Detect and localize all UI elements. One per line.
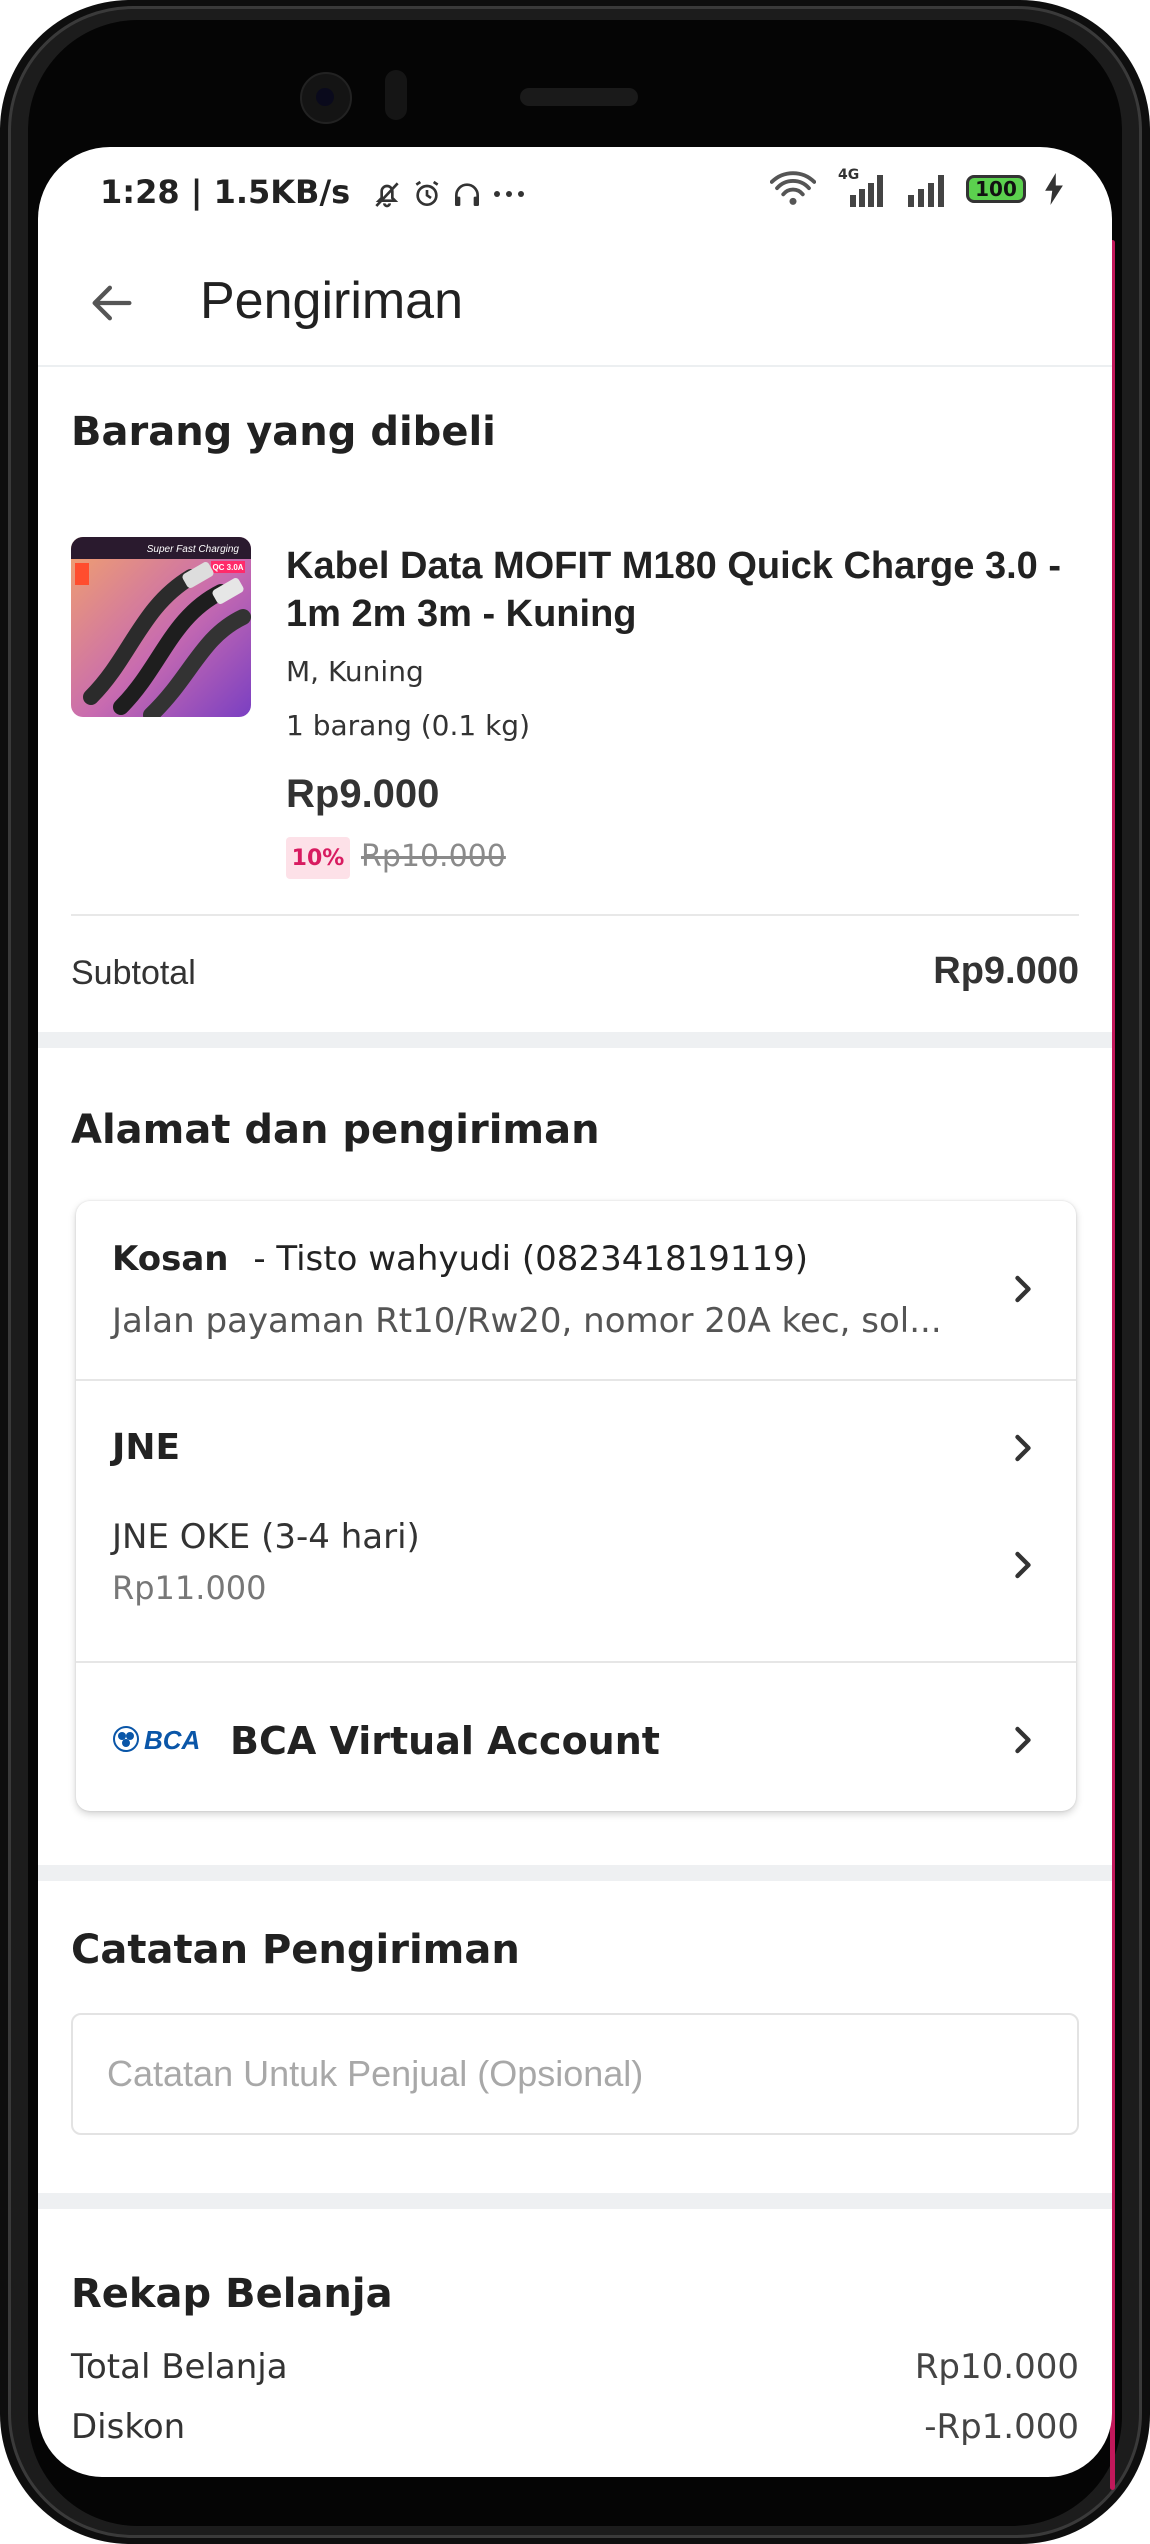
- product-price: Rp9.000: [286, 772, 440, 816]
- recap-section-title: Rekap Belanja: [71, 2271, 393, 2317]
- status-icons-left: [371, 178, 527, 210]
- payment-row[interactable]: BCA BCA Virtual Account: [76, 1663, 1076, 1811]
- purchased-section-title: Barang yang dibeli: [71, 409, 496, 455]
- signal-4g: 4G: [834, 167, 886, 207]
- thumb-top-text: Super Fast Charging: [147, 544, 240, 555]
- product-variant: M, Kuning: [286, 655, 424, 688]
- subtotal-label: Subtotal: [71, 954, 196, 992]
- app-bar: Pengiriman: [38, 237, 1112, 367]
- payment-method: BCA Virtual Account: [230, 1719, 660, 1763]
- chevron-right-icon[interactable]: [1012, 1433, 1034, 1463]
- battery-indicator: 100: [966, 175, 1026, 203]
- product-thumbnail[interactable]: Super Fast Charging QC 3.0A: [71, 537, 251, 717]
- courier-service[interactable]: JNE OKE (3-4 hari): [112, 1517, 420, 1557]
- recap-discount-label: Diskon: [71, 2407, 186, 2447]
- product-name[interactable]: Kabel Data MOFIT M180 Quick Charge 3.0 -…: [286, 542, 1066, 638]
- address-label: Kosan: [112, 1239, 229, 1279]
- more-dots-icon: [494, 191, 525, 197]
- notes-section-title: Catatan Pengiriman: [71, 1927, 520, 1973]
- charging-bolt-icon: [1045, 173, 1063, 205]
- status-time: 1:28 | 1.5KB/s: [100, 173, 527, 211]
- section-separator: [38, 2193, 1112, 2209]
- section-separator: [38, 1865, 1112, 1881]
- seller-note-input[interactable]: [71, 2013, 1079, 2135]
- cell-signal-2-icon: [908, 175, 944, 207]
- recap-total-label: Total Belanja: [71, 2347, 288, 2387]
- courier-row: JNE JNE OKE (3-4 hari) Rp11.000: [76, 1381, 1076, 1661]
- address-recipient: - Tisto wahyudi (082341819119): [253, 1239, 809, 1279]
- shipping-card: Kosan - Tisto wahyudi (082341819119) Jal…: [76, 1201, 1076, 1811]
- chevron-right-icon: [1015, 1726, 1031, 1754]
- proximity-sensor: [385, 70, 407, 120]
- shipping-section-title: Alamat dan pengiriman: [71, 1107, 600, 1153]
- discount-badge: 10%: [286, 837, 350, 879]
- product-quantity: 1 barang (0.1 kg): [286, 709, 531, 742]
- bca-logo-icon: BCA: [113, 1725, 200, 1755]
- headphones-icon: [455, 183, 480, 206]
- status-icons-right: 4G 100: [770, 167, 1064, 207]
- app-screen: 1:28 | 1.5KB/s 4G 100 Pengiriman Barang …: [38, 147, 1112, 2477]
- earpiece-speaker: [520, 88, 638, 106]
- status-bar: 1:28 | 1.5KB/s 4G 100: [38, 147, 1112, 237]
- cable-product-image: Super Fast Charging QC 3.0A: [71, 537, 251, 717]
- address-header: Kosan - Tisto wahyudi (082341819119): [112, 1239, 808, 1279]
- status-time-text: 1:28 | 1.5KB/s: [100, 173, 351, 211]
- chevron-right-icon[interactable]: [1012, 1550, 1034, 1580]
- divider: [71, 914, 1079, 916]
- shipping-cost: Rp11.000: [112, 1569, 267, 1607]
- wifi-icon: [770, 171, 816, 205]
- subtotal-value: Rp9.000: [933, 950, 1079, 992]
- back-arrow-icon[interactable]: [86, 277, 138, 329]
- bca-logo-text: BCA: [144, 1725, 200, 1755]
- original-price: Rp10.000: [361, 839, 506, 874]
- chevron-right-icon: [1015, 1275, 1031, 1303]
- address-row[interactable]: Kosan - Tisto wahyudi (082341819119) Jal…: [76, 1201, 1076, 1379]
- page-title: Pengiriman: [200, 272, 464, 330]
- front-camera: [300, 72, 352, 124]
- recap-total-value: Rp10.000: [914, 2347, 1079, 2387]
- bell-off-icon: [375, 182, 399, 208]
- thumb-badge-text: QC 3.0A: [212, 563, 243, 572]
- cell-signal-icon: [850, 175, 883, 207]
- address-street: Jalan payaman Rt10/Rw20, nomor 20A kec, …: [112, 1301, 942, 1341]
- courier-name[interactable]: JNE: [112, 1427, 180, 1468]
- section-separator: [38, 1032, 1112, 1048]
- alarm-icon: [415, 180, 439, 206]
- recap-discount-value: -Rp1.000: [924, 2407, 1079, 2447]
